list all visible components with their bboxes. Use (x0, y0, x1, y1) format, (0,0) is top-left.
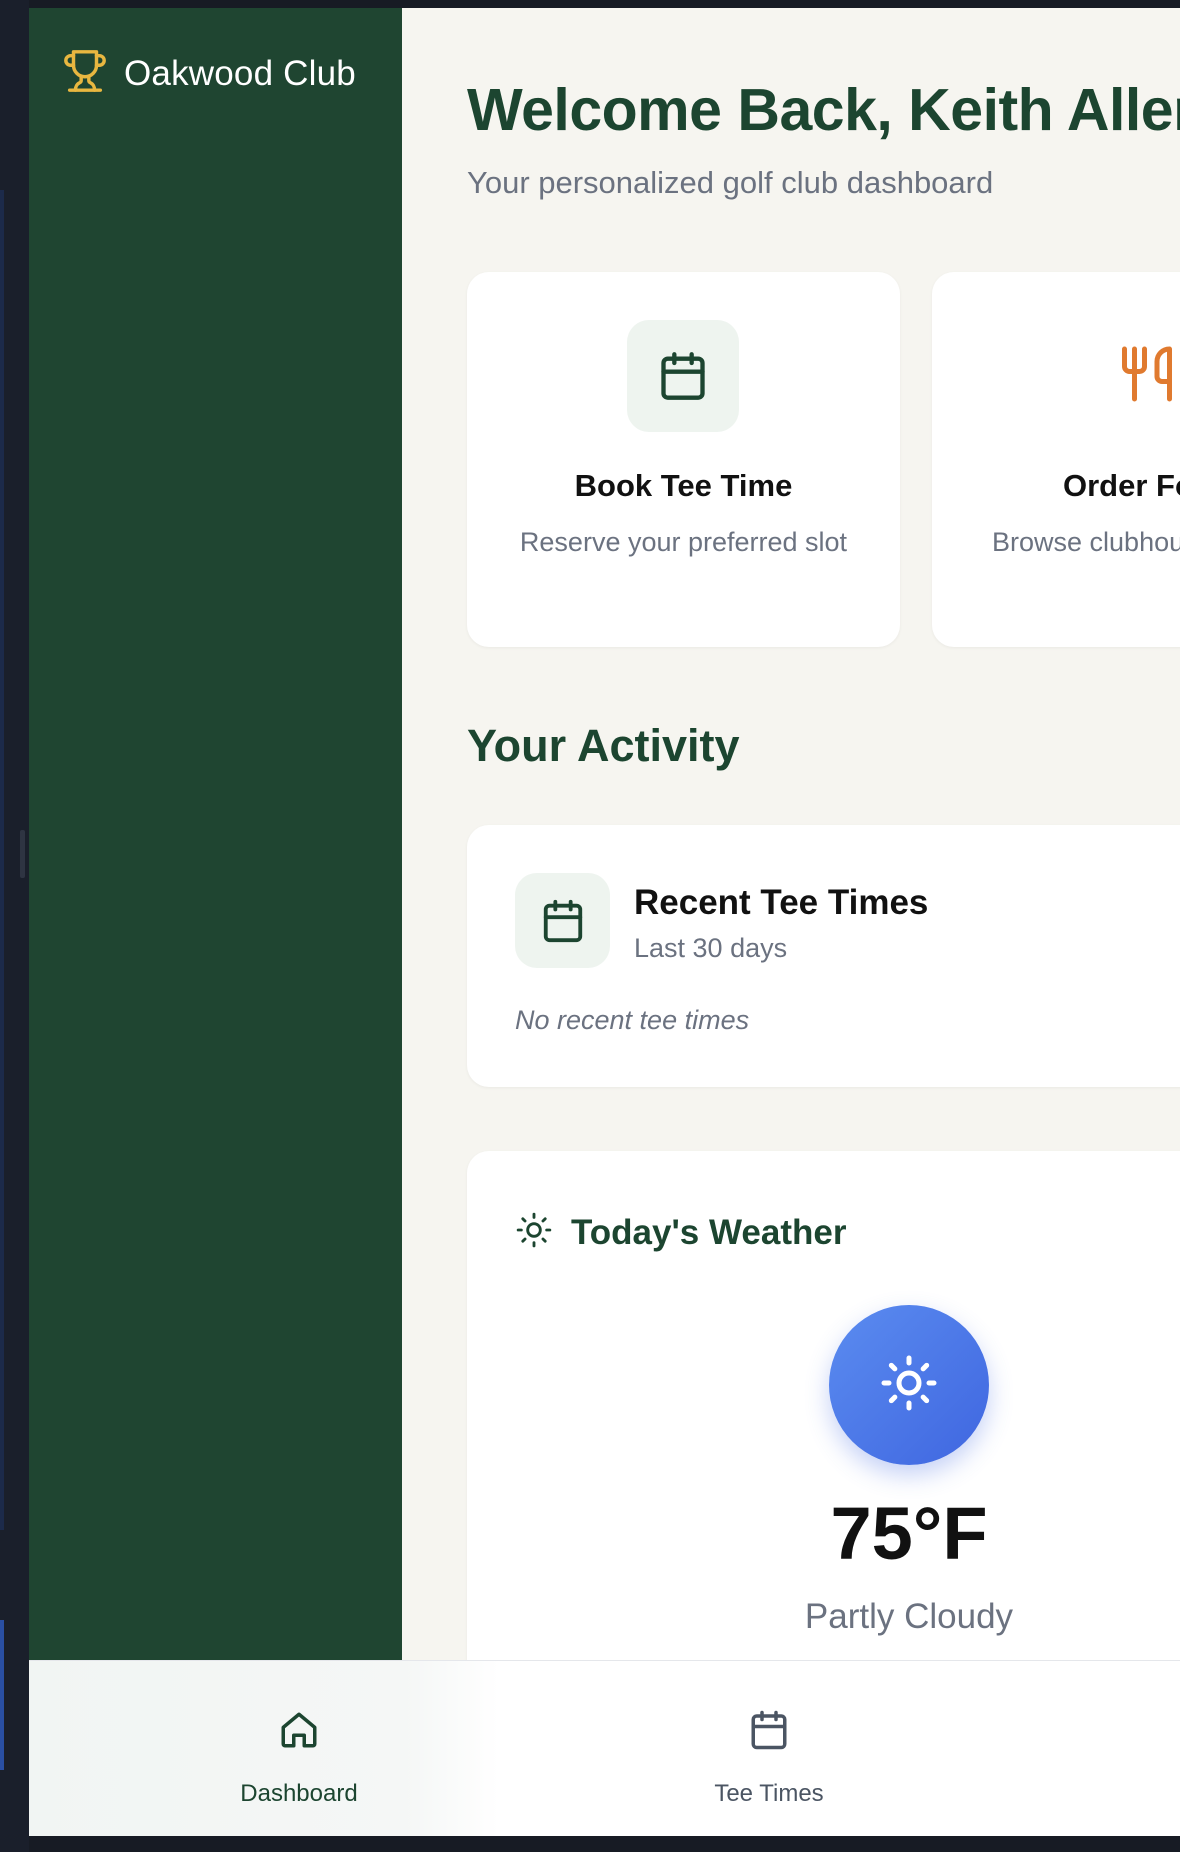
sun-icon (879, 1353, 939, 1418)
card-description: Browse clubhouse menu (992, 527, 1180, 557)
brand[interactable]: Oakwood Club (62, 48, 356, 99)
recent-tee-times-card[interactable]: Recent Tee Times Last 30 days No recent … (467, 825, 1180, 1087)
section-title: Your Activity (467, 720, 740, 771)
calendar-icon (515, 873, 610, 968)
weather-title: Today's Weather (571, 1212, 847, 1252)
weather-condition: Partly Cloudy (804, 1597, 1014, 1636)
sidebar: Oakwood Club (29, 8, 402, 1660)
empty-state-text: No recent tee times (515, 1005, 750, 1035)
bottom-nav: Dashboard Tee Times (29, 1660, 1180, 1836)
calendar-icon (748, 1661, 790, 1756)
window-edge-highlight (0, 1620, 4, 1770)
weather-header: Today's Weather (515, 1211, 846, 1254)
utensils-icon (1117, 344, 1177, 404)
calendar-icon (627, 320, 739, 432)
nav-item-dashboard[interactable]: Dashboard (199, 1661, 399, 1836)
order-food-card[interactable]: Order Food Browse clubhouse menu (932, 272, 1180, 647)
card-description: Reserve your preferred slot (519, 527, 848, 557)
page-title: Welcome Back, Keith Allen (467, 77, 1180, 143)
desktop-edge (0, 0, 29, 1852)
brand-name: Oakwood Club (124, 53, 356, 93)
trophy-icon (62, 48, 108, 99)
main-content: Welcome Back, Keith Allen Your personali… (402, 8, 1180, 1660)
weather-condition-badge (829, 1305, 989, 1465)
card-title: Order Food (1063, 468, 1180, 503)
card-title: Book Tee Time (574, 468, 793, 503)
nav-item-tee-times[interactable]: Tee Times (669, 1661, 869, 1836)
app-window: Oakwood Club Welcome Back, Keith Allen Y… (29, 8, 1180, 1836)
activity-subtitle: Last 30 days (634, 933, 788, 963)
home-icon (278, 1661, 320, 1756)
window-edge-accent (0, 190, 4, 1530)
temperature: 75°F (830, 1492, 988, 1575)
activity-title: Recent Tee Times (634, 883, 929, 922)
page-subtitle: Your personalized golf club dashboard (467, 165, 994, 200)
sun-icon (515, 1211, 553, 1254)
nav-label: Tee Times (714, 1780, 824, 1807)
weather-card: Today's Weather 75°F Partly Cloudy (467, 1151, 1180, 1660)
nav-label: Dashboard (240, 1780, 358, 1807)
book-tee-time-card[interactable]: Book Tee Time Reserve your preferred slo… (467, 272, 900, 647)
resize-handle[interactable] (20, 830, 25, 878)
